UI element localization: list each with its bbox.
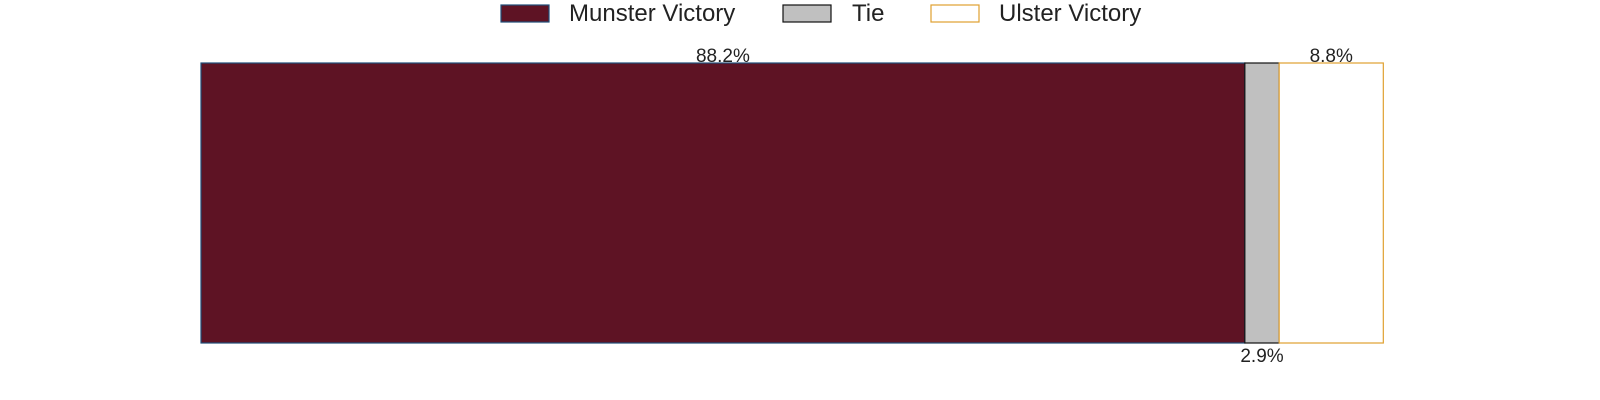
legend: Munster Victory Tie Ulster Victory xyxy=(500,0,1141,27)
bar-ulster-victory xyxy=(1278,62,1384,344)
legend-label-ulster-victory: Ulster Victory xyxy=(999,0,1141,27)
data-label-tie: 2.9% xyxy=(1240,346,1283,367)
legend-swatch-tie xyxy=(782,4,832,23)
bar-tie xyxy=(1244,62,1280,344)
data-label-munster-victory: 88.2% xyxy=(696,46,750,67)
legend-item-ulster-victory: Ulster Victory xyxy=(930,0,1141,27)
data-label-ulster-victory: 8.8% xyxy=(1310,46,1353,67)
legend-label-munster-victory: Munster Victory xyxy=(569,0,735,27)
legend-swatch-ulster-victory xyxy=(930,4,980,23)
legend-item-munster-victory: Munster Victory xyxy=(500,0,735,27)
legend-item-tie: Tie xyxy=(782,0,884,27)
chart-container: Munster Victory Tie Ulster Victory 88.2%… xyxy=(0,0,1600,400)
legend-label-tie: Tie xyxy=(852,0,884,27)
bars xyxy=(200,62,1384,344)
bar-munster-victory xyxy=(200,62,1246,344)
legend-swatch-munster-victory xyxy=(500,4,550,23)
stacked-bar-chart: Munster Victory Tie Ulster Victory 88.2%… xyxy=(200,0,1384,367)
